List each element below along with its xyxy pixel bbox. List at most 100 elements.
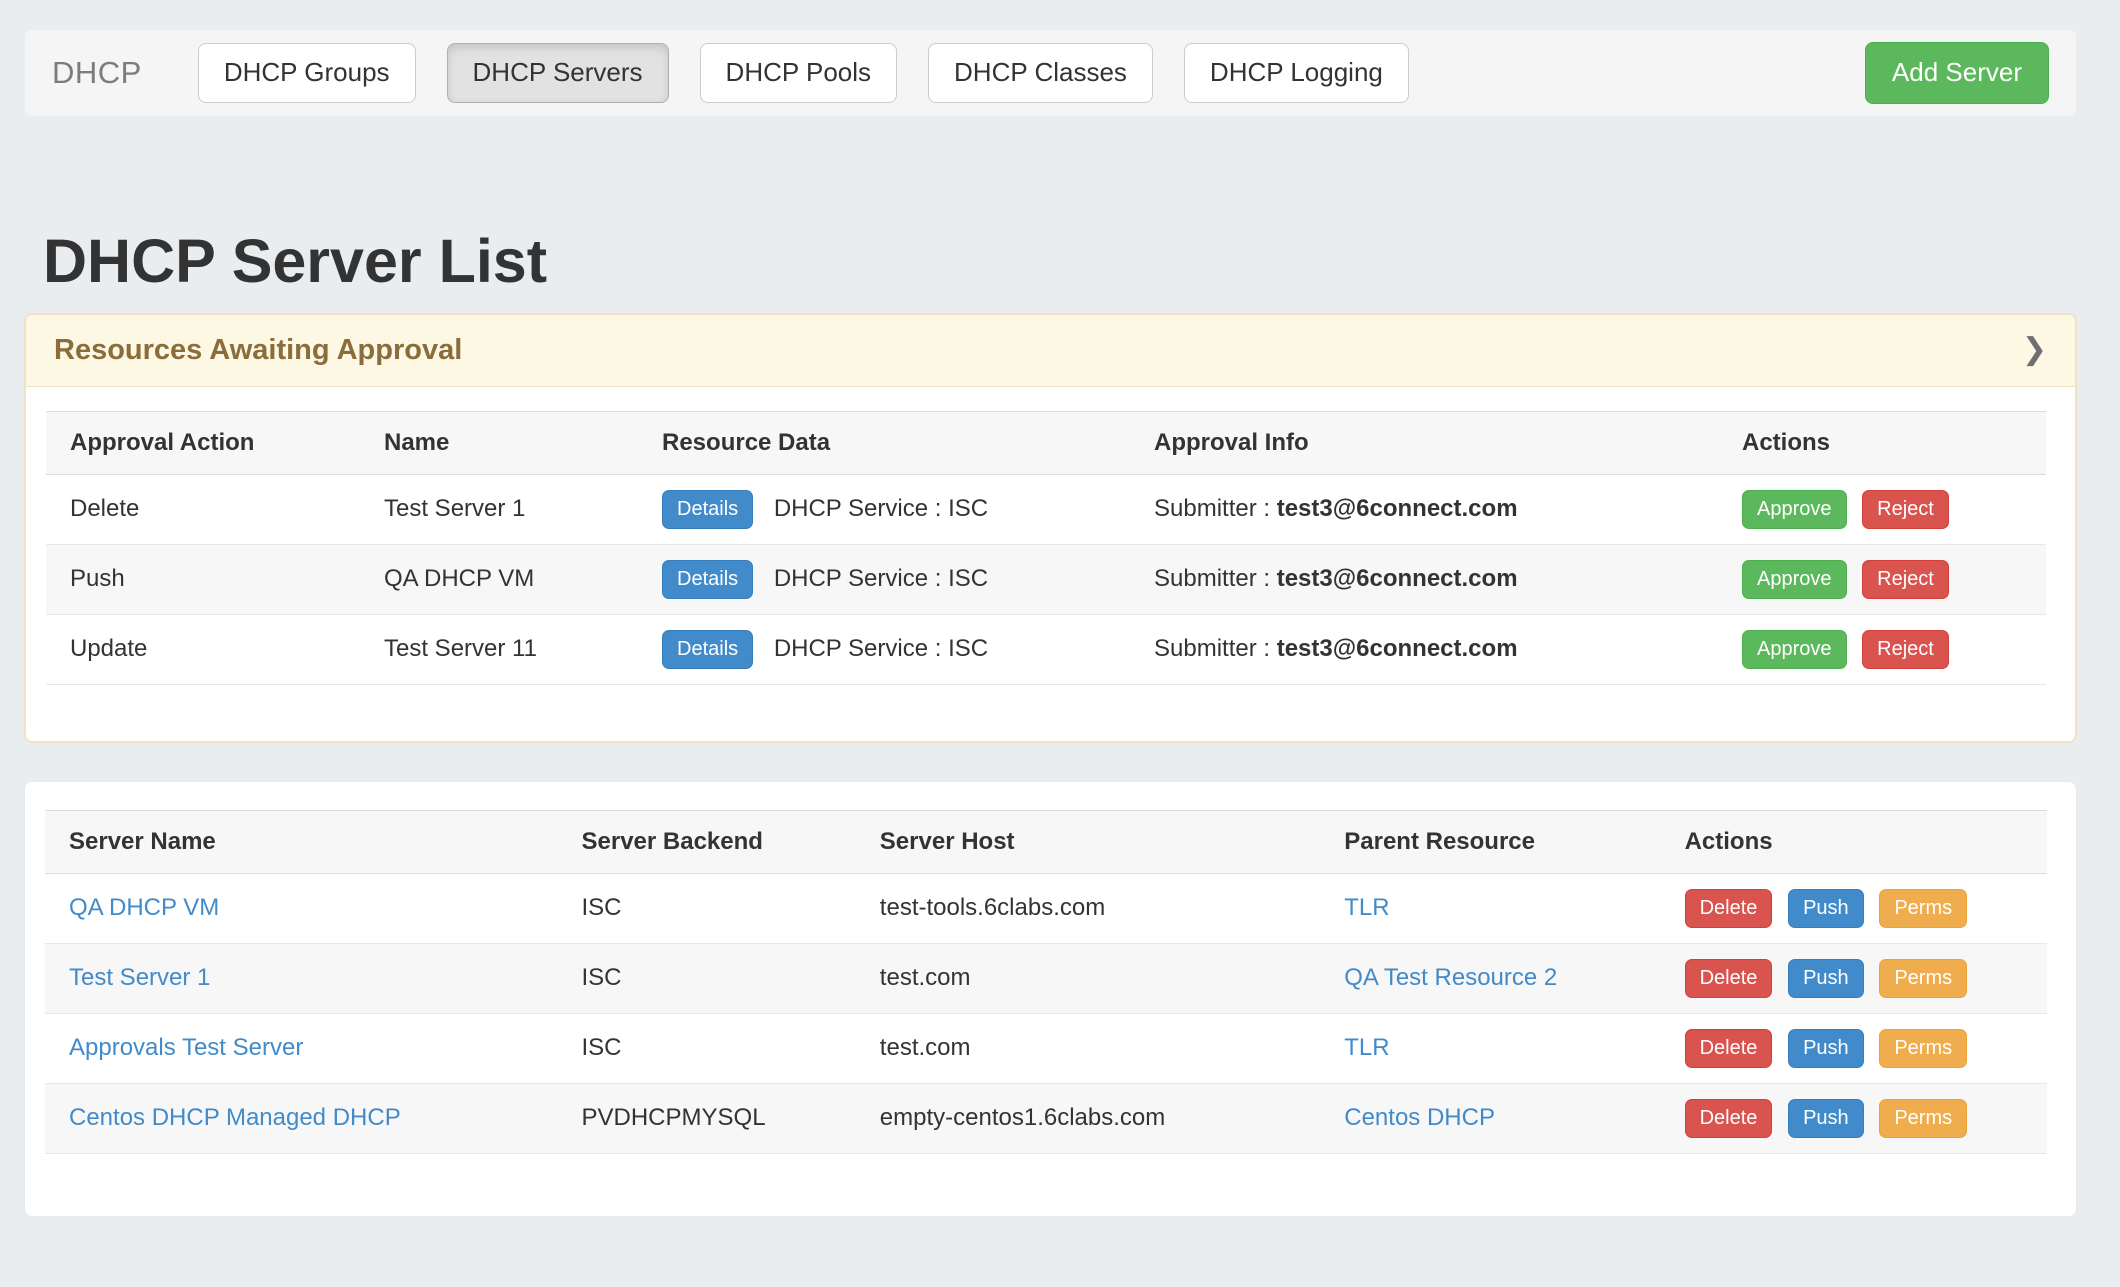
col-approval-action: Approval Action	[46, 411, 360, 474]
server-backend-cell: ISC	[558, 1013, 856, 1083]
parent-resource-cell: Centos DHCP	[1320, 1083, 1660, 1153]
approve-button[interactable]: Approve	[1742, 560, 1847, 599]
navbar-tab[interactable]: DHCP Servers	[447, 43, 669, 102]
approval-actions-cell: Approve Reject	[1718, 474, 2046, 544]
server-host-cell: test.com	[856, 1013, 1320, 1083]
server-name-cell: Approvals Test Server	[45, 1013, 558, 1083]
col-resource-data: Resource Data	[638, 411, 1130, 474]
approval-info-cell: Submitter : test3@6connect.com	[1130, 614, 1718, 684]
delete-button[interactable]: Delete	[1685, 889, 1773, 928]
resource-data-cell: Details DHCP Service : ISC	[638, 474, 1130, 544]
server-list-panel-body: Server Name Server Backend Server Host P…	[25, 782, 2076, 1154]
navbar-tab[interactable]: DHCP Pools	[700, 43, 897, 102]
resource-data-cell: Details DHCP Service : ISC	[638, 544, 1130, 614]
navbar-tab[interactable]: DHCP Classes	[928, 43, 1153, 102]
server-name-link[interactable]: QA DHCP VM	[69, 894, 219, 921]
col-actions: Actions	[1718, 411, 2046, 474]
perms-button[interactable]: Perms	[1879, 889, 1967, 928]
submitter-label: Submitter :	[1154, 635, 1270, 662]
col-approval-info: Approval Info	[1130, 411, 1718, 474]
parent-resource-link[interactable]: TLR	[1344, 894, 1389, 921]
dhcp-page: DHCP DHCP Groups DHCP Servers DHCP Pools…	[24, 29, 2077, 1217]
navbar-brand: DHCP	[52, 55, 142, 91]
details-button[interactable]: Details	[662, 490, 753, 529]
approval-panel: Resources Awaiting Approval ❯ Approval A…	[24, 313, 2077, 743]
server-host-cell: empty-centos1.6clabs.com	[856, 1083, 1320, 1153]
server-actions-cell: Delete Push Perms	[1661, 873, 2047, 943]
parent-resource-link[interactable]: Centos DHCP	[1344, 1104, 1495, 1131]
server-table: Server Name Server Backend Server Host P…	[45, 810, 2047, 1154]
resource-data-text: DHCP Service : ISC	[774, 635, 988, 662]
chevron-right-icon[interactable]: ❯	[2022, 335, 2047, 365]
approval-action-cell: Push	[46, 544, 360, 614]
details-button[interactable]: Details	[662, 630, 753, 669]
approval-panel-body: Approval Action Name Resource Data Appro…	[26, 387, 2075, 685]
delete-button[interactable]: Delete	[1685, 1029, 1773, 1068]
reject-button[interactable]: Reject	[1862, 630, 1949, 669]
perms-button[interactable]: Perms	[1879, 1029, 1967, 1068]
approval-panel-heading: Resources Awaiting Approval ❯	[26, 315, 2075, 387]
details-button[interactable]: Details	[662, 560, 753, 599]
server-backend-cell: ISC	[558, 873, 856, 943]
approval-actions-cell: Approve Reject	[1718, 544, 2046, 614]
reject-button[interactable]: Reject	[1862, 560, 1949, 599]
submitter-label: Submitter :	[1154, 565, 1270, 592]
approval-panel-title: Resources Awaiting Approval	[54, 334, 462, 367]
approval-action-cell: Update	[46, 614, 360, 684]
server-name-cell: Centos DHCP Managed DHCP	[45, 1083, 558, 1153]
approve-button[interactable]: Approve	[1742, 630, 1847, 669]
add-server-button[interactable]: Add Server	[1865, 42, 2049, 103]
server-table-row: Centos DHCP Managed DHCP PVDHCPMYSQL emp…	[45, 1083, 2047, 1153]
server-name-link[interactable]: Centos DHCP Managed DHCP	[69, 1104, 401, 1131]
approval-name-cell: Test Server 11	[360, 614, 638, 684]
delete-button[interactable]: Delete	[1685, 1099, 1773, 1138]
server-backend-cell: PVDHCPMYSQL	[558, 1083, 856, 1153]
approval-info-cell: Submitter : test3@6connect.com	[1130, 474, 1718, 544]
perms-button[interactable]: Perms	[1879, 959, 1967, 998]
server-actions-cell: Delete Push Perms	[1661, 1083, 2047, 1153]
col-server-backend: Server Backend	[558, 810, 856, 873]
col-server-name: Server Name	[45, 810, 558, 873]
server-backend-cell: ISC	[558, 943, 856, 1013]
approval-table-row: Push QA DHCP VM Details DHCP Service : I…	[46, 544, 2046, 614]
parent-resource-cell: TLR	[1320, 873, 1660, 943]
server-name-link[interactable]: Test Server 1	[69, 964, 210, 991]
approval-info-cell: Submitter : test3@6connect.com	[1130, 544, 1718, 614]
server-name-cell: Test Server 1	[45, 943, 558, 1013]
server-table-row: Test Server 1 ISC test.com QA Test Resou…	[45, 943, 2047, 1013]
server-actions-cell: Delete Push Perms	[1661, 1013, 2047, 1083]
submitter-email: test3@6connect.com	[1277, 495, 1518, 522]
navbar-tab[interactable]: DHCP Logging	[1184, 43, 1409, 102]
approval-table: Approval Action Name Resource Data Appro…	[46, 411, 2046, 685]
push-button[interactable]: Push	[1788, 1099, 1864, 1138]
page-title: DHCP Server List	[43, 229, 2077, 295]
push-button[interactable]: Push	[1788, 959, 1864, 998]
perms-button[interactable]: Perms	[1879, 1099, 1967, 1138]
approve-button[interactable]: Approve	[1742, 490, 1847, 529]
approval-table-header-row: Approval Action Name Resource Data Appro…	[46, 411, 2046, 474]
col-server-actions: Actions	[1661, 810, 2047, 873]
parent-resource-link[interactable]: TLR	[1344, 1034, 1389, 1061]
server-list-panel: Server Name Server Backend Server Host P…	[24, 781, 2077, 1217]
approval-table-row: Update Test Server 11 Details DHCP Servi…	[46, 614, 2046, 684]
submitter-label: Submitter :	[1154, 495, 1270, 522]
push-button[interactable]: Push	[1788, 1029, 1864, 1068]
reject-button[interactable]: Reject	[1862, 490, 1949, 529]
server-table-header-row: Server Name Server Backend Server Host P…	[45, 810, 2047, 873]
server-table-row: Approvals Test Server ISC test.com TLR D…	[45, 1013, 2047, 1083]
approval-actions-cell: Approve Reject	[1718, 614, 2046, 684]
delete-button[interactable]: Delete	[1685, 959, 1773, 998]
server-name-cell: QA DHCP VM	[45, 873, 558, 943]
server-name-link[interactable]: Approvals Test Server	[69, 1034, 303, 1061]
parent-resource-link[interactable]: QA Test Resource 2	[1344, 964, 1557, 991]
server-host-cell: test.com	[856, 943, 1320, 1013]
server-actions-cell: Delete Push Perms	[1661, 943, 2047, 1013]
approval-table-row: Delete Test Server 1 Details DHCP Servic…	[46, 474, 2046, 544]
push-button[interactable]: Push	[1788, 889, 1864, 928]
resource-data-text: DHCP Service : ISC	[774, 495, 988, 522]
parent-resource-cell: TLR	[1320, 1013, 1660, 1083]
approval-action-cell: Delete	[46, 474, 360, 544]
col-server-host: Server Host	[856, 810, 1320, 873]
navbar-tab[interactable]: DHCP Groups	[198, 43, 416, 102]
submitter-email: test3@6connect.com	[1277, 635, 1518, 662]
